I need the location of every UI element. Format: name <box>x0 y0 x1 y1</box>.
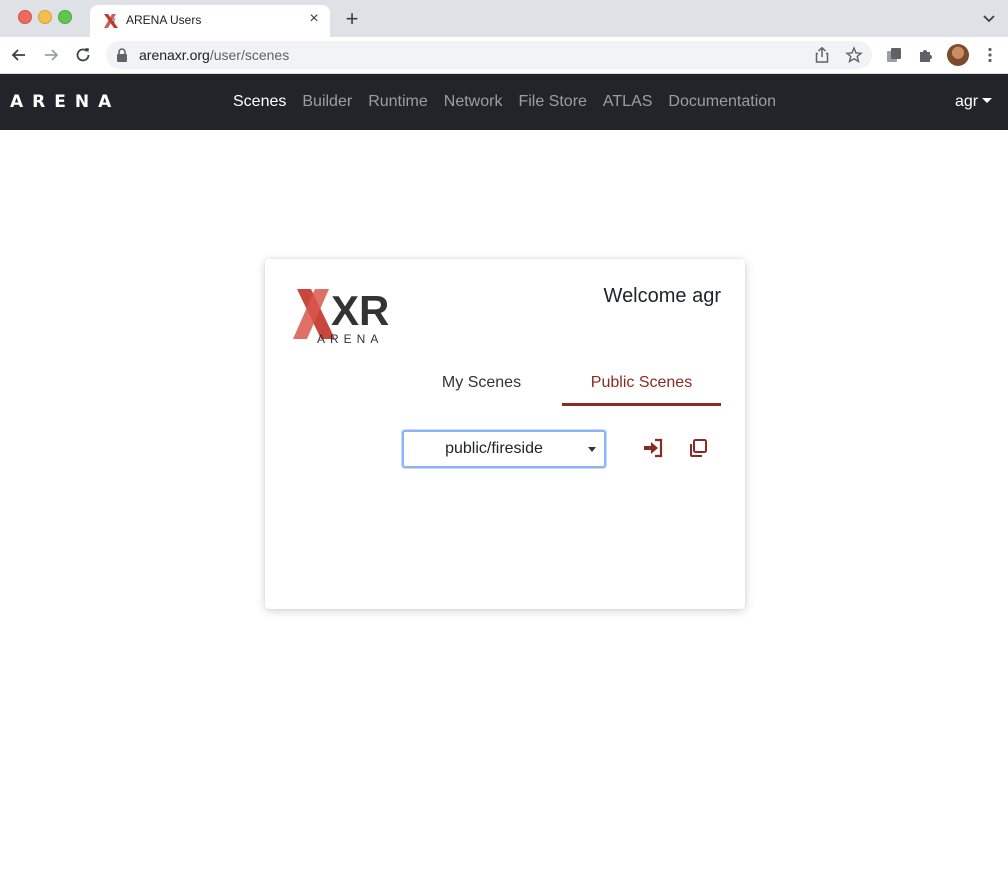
reload-icon[interactable] <box>73 45 93 65</box>
share-icon[interactable] <box>813 46 831 64</box>
nav-link-atlas[interactable]: ATLAS <box>595 74 661 130</box>
scene-tabs: My Scenes Public Scenes <box>402 363 721 407</box>
url-path: /user/scenes <box>209 47 290 63</box>
scenes-card: XR ARENA Welcome agr My Scenes Public Sc… <box>265 259 745 609</box>
star-icon[interactable] <box>845 46 863 64</box>
back-icon[interactable] <box>9 45 29 65</box>
logo-sub: ARENA <box>317 332 383 345</box>
nav-link-scenes[interactable]: Scenes <box>225 74 294 130</box>
new-tab-icon[interactable]: + <box>342 8 362 30</box>
scene-select[interactable]: public/fireside <box>402 430 606 468</box>
svg-text:r: r <box>113 16 116 25</box>
xr-arena-logo: XR ARENA <box>293 287 389 345</box>
window-zoom-button[interactable] <box>58 10 72 24</box>
browser-tab-strip: r ARENA Users × + <box>0 0 1008 37</box>
user-name: agr <box>955 93 979 110</box>
profile-avatar[interactable] <box>947 44 969 66</box>
extension-icon[interactable] <box>885 46 903 64</box>
select-caret-icon <box>588 447 596 452</box>
tab-my-scenes[interactable]: My Scenes <box>402 363 561 403</box>
nav-link-builder[interactable]: Builder <box>294 74 360 130</box>
window-minimize-button[interactable] <box>38 10 52 24</box>
nav-link-runtime[interactable]: Runtime <box>360 74 436 130</box>
lock-icon <box>117 48 127 62</box>
nav-link-documentation[interactable]: Documentation <box>660 74 784 130</box>
window-close-button[interactable] <box>18 10 32 24</box>
nav-link-file-store[interactable]: File Store <box>510 74 594 130</box>
brand-logo[interactable]: ARENA <box>10 92 120 112</box>
nav-link-network[interactable]: Network <box>436 74 511 130</box>
enter-scene-icon[interactable] <box>642 437 664 459</box>
forward-icon[interactable] <box>41 45 61 65</box>
nav-links: Scenes Builder Runtime Network File Stor… <box>225 74 784 130</box>
welcome-message: Welcome agr <box>603 285 721 307</box>
url-host: arenaxr.org <box>139 47 210 63</box>
address-bar[interactable]: arenaxr.org/user/scenes <box>106 41 872 69</box>
arena-favicon-icon: r <box>104 14 118 28</box>
tab-public-scenes[interactable]: Public Scenes <box>562 363 721 406</box>
browser-tab[interactable]: r ARENA Users × <box>90 5 330 37</box>
site-navbar: ARENA Scenes Builder Runtime Network Fil… <box>0 74 1008 130</box>
browser-toolbar: arenaxr.org/user/scenes <box>0 37 1008 74</box>
user-menu-dropdown[interactable]: agr <box>955 74 993 130</box>
tab-search-chevron-icon[interactable] <box>980 10 998 28</box>
url-text: arenaxr.org/user/scenes <box>139 47 289 63</box>
copy-scene-icon[interactable] <box>687 437 709 459</box>
logo-letters: XR <box>331 287 389 334</box>
tab-close-icon[interactable]: × <box>306 11 322 27</box>
caret-down-icon <box>982 98 993 103</box>
puzzle-icon[interactable] <box>917 46 935 64</box>
menu-dots-icon[interactable] <box>981 46 999 64</box>
tab-title: ARENA Users <box>126 13 202 27</box>
scene-select-value: public/fireside <box>445 440 543 457</box>
